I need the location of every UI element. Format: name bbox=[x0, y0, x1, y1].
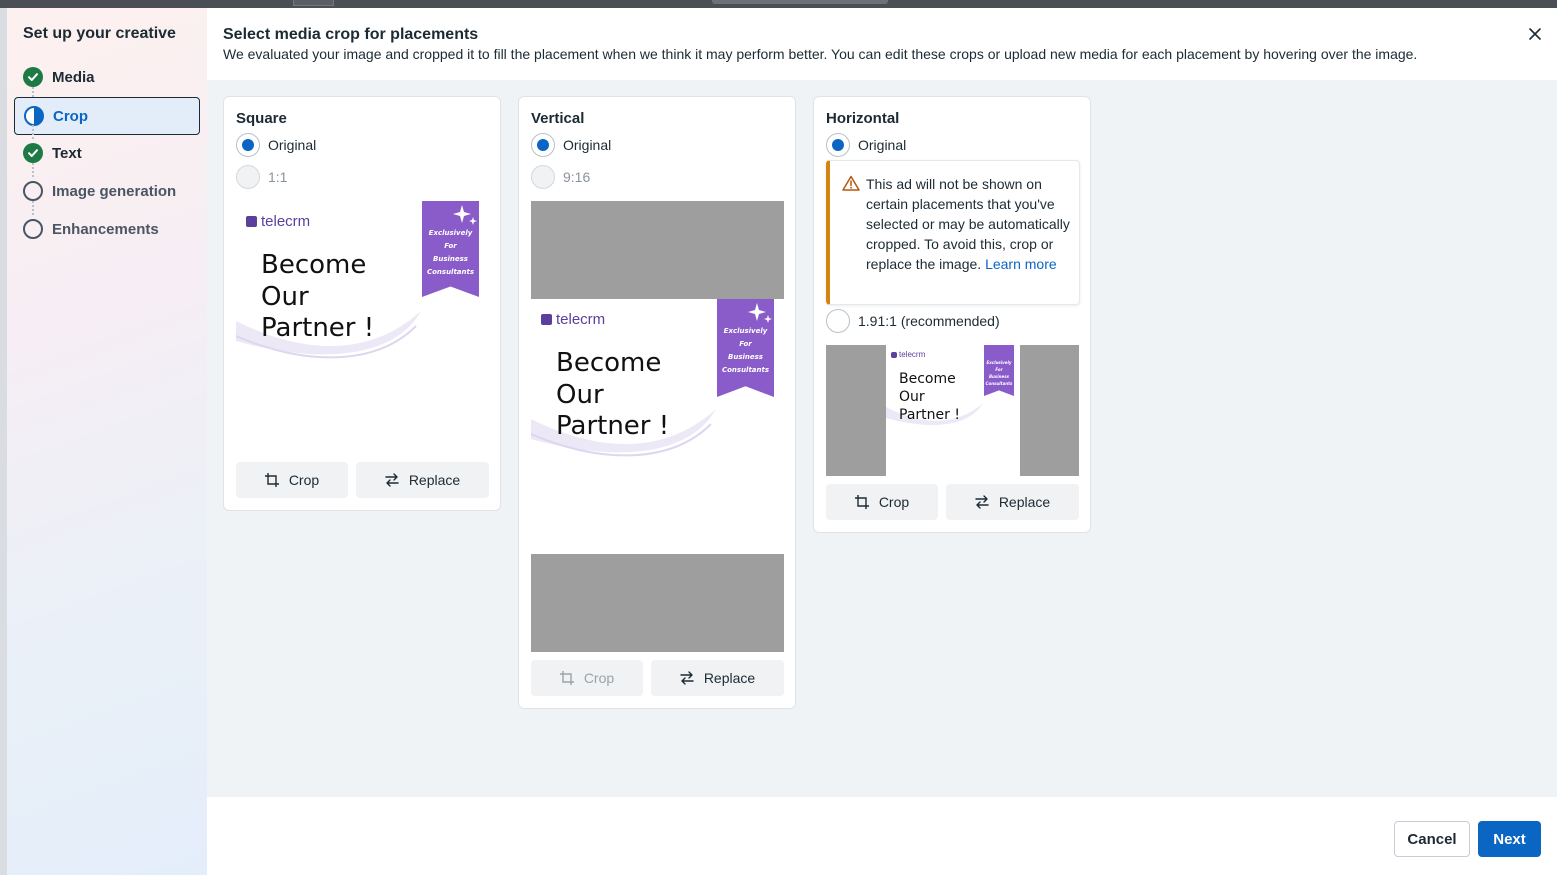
warning-message: This ad will not be shown on certain pla… bbox=[866, 176, 1070, 272]
crop-icon bbox=[854, 495, 869, 509]
telecrm-logo: telecrm bbox=[246, 213, 310, 230]
creative-headline: Become Our Partner ! bbox=[899, 371, 960, 424]
creative-headline: Become Our Partner ! bbox=[261, 250, 375, 344]
radio-button[interactable] bbox=[236, 133, 260, 157]
radio-button[interactable] bbox=[826, 133, 850, 157]
radio-button[interactable] bbox=[826, 309, 850, 333]
sparkle-icon bbox=[453, 205, 477, 225]
step-label: Media bbox=[52, 68, 95, 86]
background-page-top bbox=[0, 0, 1557, 8]
replace-icon bbox=[385, 473, 399, 487]
crop-icon bbox=[264, 473, 279, 487]
cancel-button[interactable]: Cancel bbox=[1394, 821, 1470, 857]
option-label: 1:1 bbox=[268, 169, 288, 185]
option-label: Original bbox=[858, 137, 907, 153]
step-image-generation[interactable]: Image generation bbox=[14, 172, 200, 210]
step-label: Image generation bbox=[52, 182, 177, 200]
background-bar bbox=[712, 0, 888, 4]
horizontal-1-91-option[interactable]: 1.91:1 (recommended) bbox=[826, 309, 1000, 333]
pillarbox-right bbox=[1020, 345, 1079, 476]
empty-circle-icon bbox=[23, 181, 43, 201]
ad-creative-image: telecrm Become Our Partner ! Exclusively… bbox=[531, 299, 784, 554]
square-original-option[interactable]: Original bbox=[236, 133, 316, 157]
radio-button[interactable] bbox=[531, 133, 555, 157]
square-preview[interactable]: telecrm Become Our Partner ! Exclusively… bbox=[236, 201, 489, 454]
exclusive-ribbon: Exclusively For Business Consultants bbox=[984, 345, 1014, 396]
ad-creative-image: telecrm Become Our Partner ! Exclusively… bbox=[886, 345, 1020, 476]
learn-more-link[interactable]: Learn more bbox=[985, 256, 1057, 272]
step-label: Crop bbox=[53, 107, 88, 125]
background-page-left bbox=[0, 8, 7, 875]
telecrm-logo: telecrm bbox=[891, 350, 925, 359]
steps-sidebar: Set up your creative Media Crop Text Ima… bbox=[7, 8, 207, 875]
dialog-footer: Cancel Next bbox=[207, 797, 1557, 875]
square-placement-card: Square Original 1:1 telecrm Become Our P… bbox=[223, 96, 501, 511]
ad-creative-image: telecrm Become Our Partner ! Exclusively… bbox=[236, 201, 489, 454]
crop-icon bbox=[559, 671, 574, 685]
background-tab bbox=[293, 0, 334, 6]
vertical-9-16-option[interactable]: 9:16 bbox=[531, 165, 590, 189]
creative-headline: Become Our Partner ! bbox=[556, 348, 670, 442]
vertical-original-option[interactable]: Original bbox=[531, 133, 611, 157]
square-1-1-option[interactable]: 1:1 bbox=[236, 165, 287, 189]
vertical-crop-button[interactable]: Crop bbox=[531, 660, 643, 696]
pillarbox-left bbox=[826, 345, 886, 476]
dialog-header: Select media crop for placements We eval… bbox=[207, 8, 1557, 80]
option-label: Original bbox=[563, 137, 612, 153]
vertical-placement-card: Vertical Original 9:16 telecrm Become Ou… bbox=[518, 96, 796, 709]
horizontal-original-option[interactable]: Original bbox=[826, 133, 906, 157]
option-label: 1.91:1 (recommended) bbox=[858, 313, 1000, 329]
empty-circle-icon bbox=[23, 219, 43, 239]
next-button[interactable]: Next bbox=[1478, 821, 1541, 857]
radio-button[interactable] bbox=[236, 165, 260, 189]
sparkle-icon bbox=[748, 303, 772, 323]
step-media[interactable]: Media bbox=[14, 58, 200, 96]
telecrm-logo: telecrm bbox=[541, 311, 605, 328]
letterbox-top bbox=[531, 201, 784, 299]
horizontal-preview[interactable]: telecrm Become Our Partner ! Exclusively… bbox=[826, 345, 1079, 476]
check-circle-icon bbox=[23, 67, 43, 87]
dialog-title: Select media crop for placements bbox=[223, 26, 479, 43]
placement-warning: This ad will not be shown on certain pla… bbox=[826, 160, 1080, 305]
option-label: Original bbox=[268, 137, 317, 153]
vertical-preview[interactable]: telecrm Become Our Partner ! Exclusively… bbox=[531, 201, 784, 652]
creative-setup-dialog: Set up your creative Media Crop Text Ima… bbox=[7, 8, 1557, 875]
close-icon[interactable] bbox=[1527, 26, 1543, 42]
option-label: 9:16 bbox=[563, 169, 591, 185]
placements-area: Square Original 1:1 telecrm Become Our P… bbox=[207, 80, 1557, 797]
step-label: Text bbox=[52, 144, 82, 162]
replace-icon bbox=[975, 495, 989, 509]
horizontal-replace-button[interactable]: Replace bbox=[946, 484, 1079, 520]
step-label: Enhancements bbox=[52, 220, 159, 238]
card-title: Horizontal bbox=[826, 110, 900, 127]
letterbox-bottom bbox=[531, 554, 784, 652]
replace-icon bbox=[680, 671, 694, 685]
step-crop[interactable]: Crop bbox=[14, 97, 200, 135]
dialog-description: We evaluated your image and cropped it t… bbox=[223, 46, 1418, 62]
card-title: Vertical bbox=[531, 110, 585, 127]
square-replace-button[interactable]: Replace bbox=[356, 462, 489, 498]
check-circle-icon bbox=[23, 143, 43, 163]
sidebar-title: Set up your creative bbox=[23, 25, 176, 42]
square-crop-button[interactable]: Crop bbox=[236, 462, 348, 498]
vertical-replace-button[interactable]: Replace bbox=[651, 660, 784, 696]
step-text[interactable]: Text bbox=[14, 134, 200, 172]
card-title: Square bbox=[236, 110, 287, 127]
horizontal-placement-card: Horizontal Original This ad will not be … bbox=[813, 96, 1091, 533]
radio-button[interactable] bbox=[531, 165, 555, 189]
step-enhancements[interactable]: Enhancements bbox=[14, 210, 200, 248]
half-circle-icon bbox=[24, 106, 44, 126]
horizontal-crop-button[interactable]: Crop bbox=[826, 484, 938, 520]
warning-triangle-icon bbox=[842, 175, 860, 191]
content-area: Select media crop for placements We eval… bbox=[207, 8, 1557, 875]
